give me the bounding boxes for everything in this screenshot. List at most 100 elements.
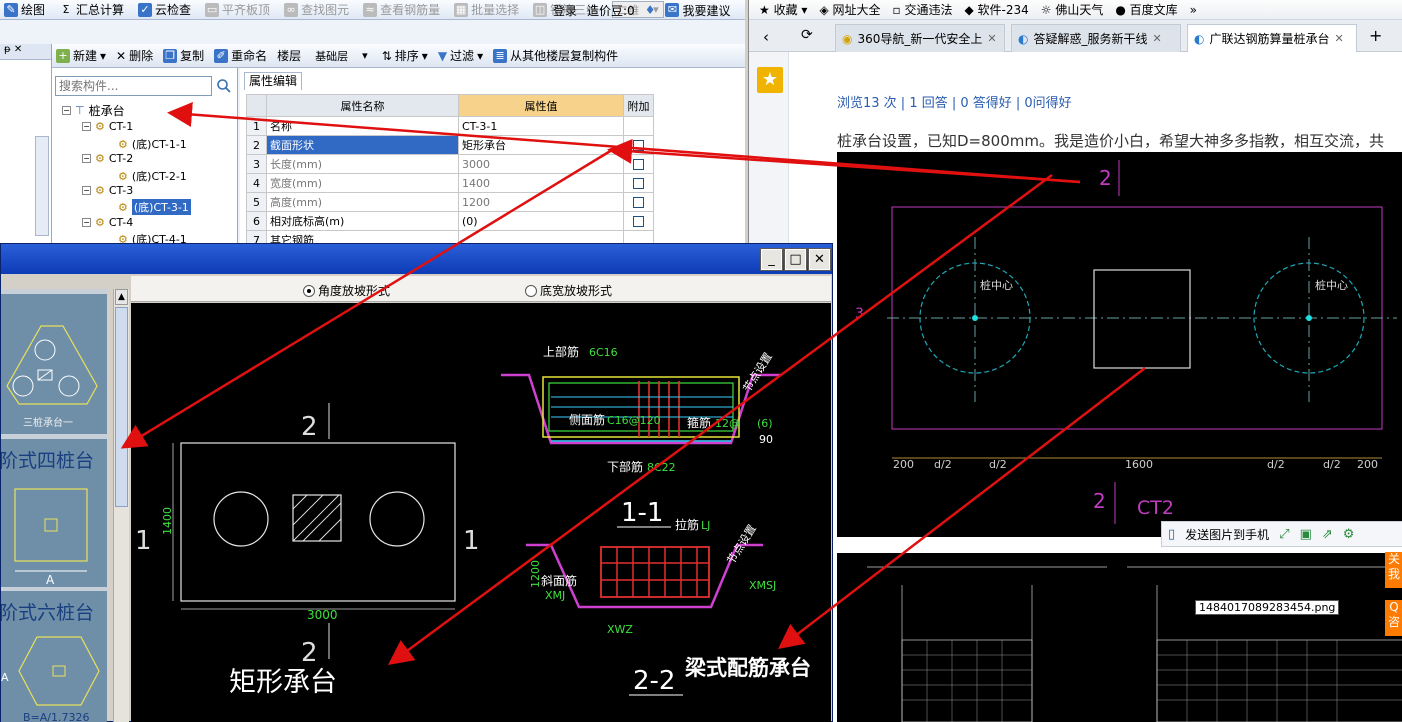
tree-item-ct2-1[interactable]: ⚙ (底)CT-2-1	[118, 168, 187, 184]
stirrup-spec: 12@	[715, 417, 740, 430]
maximize-icon[interactable]: □	[784, 248, 807, 271]
tree-item-ct1-1[interactable]: ⚙ (底)CT-1-1	[118, 136, 187, 152]
height-dim: 1200	[529, 560, 542, 588]
extra-checkbox[interactable]	[633, 197, 644, 208]
collapse-icon[interactable]: −	[82, 154, 91, 163]
side-badge[interactable]: Q咨	[1385, 600, 1402, 636]
settings-icon[interactable]: ⚙	[1343, 527, 1355, 542]
new-button[interactable]: + 新建 ▾	[56, 47, 106, 64]
table-row[interactable]: 3 长度(mm) 3000	[246, 154, 654, 174]
favorite-item[interactable]: ◆ 软件-234	[964, 1, 1028, 18]
refresh-icon[interactable]: ⟳	[801, 27, 813, 43]
summary-calc-button[interactable]: Σ 汇总计算	[59, 1, 125, 18]
close-icon[interactable]: ✕	[1153, 26, 1162, 52]
tree-item-ct2[interactable]: − ⚙ CT-2	[82, 152, 133, 165]
send-to-phone-button[interactable]: 发送图片到手机	[1185, 526, 1269, 543]
pin-icon[interactable]: ᵽ	[4, 44, 11, 55]
favorite-item[interactable]: ● 百度文库	[1115, 1, 1177, 18]
copy-from-floor-button[interactable]: ≣ 从其他楼层复制构件	[493, 47, 618, 64]
table-row[interactable]: 4 宽度(mm) 1400	[246, 173, 654, 193]
table-row[interactable]: 6 相对底标高(m) (0)	[246, 211, 654, 231]
side-bar-spec: C16@120	[607, 414, 661, 427]
tree-root[interactable]: − ⊤ 桩承台	[62, 102, 125, 119]
dialog-title-bar[interactable]: _ □ ✕	[1, 244, 832, 274]
favorite-item[interactable]: ☼ 佛山天气	[1041, 1, 1104, 18]
extra-checkbox[interactable]	[633, 140, 644, 151]
back-icon[interactable]: ‹	[763, 28, 769, 46]
width-dim: 1400	[161, 507, 174, 535]
tree-item-ct3-1-selected[interactable]: ⚙ (底)CT-3-1	[118, 199, 191, 215]
tab-property-edit[interactable]: 属性编辑	[244, 72, 303, 90]
copy-button[interactable]: ❐ 复制	[163, 47, 204, 64]
thumbnail-scrollbar[interactable]: ▲	[113, 289, 129, 722]
radio-width-slope[interactable]: 底宽放坡形式	[525, 282, 612, 299]
collapse-icon[interactable]: −	[82, 218, 91, 227]
close-icon[interactable]: ✕	[1335, 26, 1344, 52]
find-element-button[interactable]: ∞ 查找图元	[284, 1, 349, 18]
new-tab-icon[interactable]: +	[1369, 26, 1382, 45]
tree-item-ct1[interactable]: − ⚙ CT-1	[82, 120, 133, 133]
select-icon: ▦	[454, 2, 469, 17]
gear-icon: ⚙	[95, 152, 105, 165]
cad-drawing-image[interactable]: 桩中心 桩中心 2 3 200 d/2 d/2 1600 d/2 d/2 200…	[837, 152, 1402, 537]
tree-item-ct3[interactable]: − ⚙ CT-3	[82, 184, 133, 197]
section-mark-1: 1	[135, 526, 152, 556]
close-icon[interactable]: ✕	[987, 26, 996, 52]
radio-angle-slope[interactable]: 角度放坡形式	[303, 282, 390, 299]
sort-button[interactable]: ⇅ 排序 ▾	[382, 47, 428, 64]
side-badge[interactable]: 关我	[1385, 552, 1402, 588]
fullscreen-icon[interactable]: ⤢	[1279, 527, 1289, 542]
table-row[interactable]: 1 名称 CT-3-1	[246, 116, 654, 136]
rebar-icon: ≈	[363, 2, 378, 17]
dim-label: d/2	[1323, 458, 1341, 471]
search-input[interactable]	[55, 76, 212, 96]
tree-item-ct4[interactable]: − ⚙ CT-4	[82, 216, 133, 229]
section-mark: 2	[1093, 489, 1106, 513]
draw-button[interactable]: ✎ 绘图	[4, 1, 45, 18]
sigma-icon: Σ	[62, 2, 70, 16]
flat-slab-top-button[interactable]: ▭ 平齐板顶	[205, 1, 270, 18]
collapse-icon[interactable]: −	[82, 186, 91, 195]
extra-checkbox[interactable]	[633, 159, 644, 170]
tab-360-nav[interactable]: ◉ 360导航_新一代安全上 ✕	[835, 24, 1005, 52]
extra-checkbox[interactable]	[633, 216, 644, 227]
floor-select[interactable]: 基础层 ▾	[311, 47, 372, 64]
page-icon: ◐	[1194, 31, 1205, 46]
scrollbar-thumb[interactable]	[115, 307, 128, 507]
suggest-button[interactable]: ✉ 我要建议	[665, 2, 730, 19]
star-icon[interactable]: ★	[757, 67, 783, 93]
rename-button[interactable]: ✐ 重命名	[214, 47, 267, 64]
batch-select-button[interactable]: ▦ 批量选择	[454, 1, 519, 18]
table-row[interactable]: 2 截面形状 矩形承台	[246, 135, 654, 155]
minimize-icon[interactable]: _	[760, 248, 783, 271]
close-icon[interactable]: ✕	[808, 248, 831, 271]
tab-glodon-active[interactable]: ◐ 广联达钢筋算量桩承台 ✕	[1187, 24, 1357, 52]
login-link[interactable]: 登录	[553, 2, 577, 19]
search-icon[interactable]	[216, 78, 232, 94]
thumb-three-pile[interactable]: 三桩承台一	[1, 294, 107, 434]
favorite-item[interactable]: ◈ 网址大全	[819, 1, 880, 18]
table-row[interactable]: 5 高度(mm) 1200	[246, 192, 654, 212]
tab-qa[interactable]: ◐ 答疑解惑_服务新干线 ✕	[1011, 24, 1181, 52]
thumb-label: 三桩承台一	[23, 416, 73, 429]
more-icon[interactable]: »	[1190, 3, 1197, 17]
close-icon[interactable]: ✕	[14, 44, 22, 55]
share-icon[interactable]: ⇗	[1322, 527, 1333, 542]
delete-button[interactable]: ✕ 删除	[116, 47, 153, 64]
favorite-item[interactable]: ▫ 交通违法	[893, 1, 953, 18]
collapse-icon[interactable]: −	[62, 106, 71, 115]
left-nav-scrollbar[interactable]	[35, 136, 49, 236]
view-rebar-button[interactable]: ≈ 查看钢筋量	[363, 1, 440, 18]
cloud-check-button[interactable]: ✓ 云检查	[138, 1, 191, 18]
thumb-six-pile[interactable]: 阶式六桩台 A B=A/1.7326	[1, 591, 107, 722]
bell-icon[interactable]: ♦	[645, 3, 656, 17]
collapse-icon[interactable]: −	[82, 122, 91, 131]
thumb-four-pile[interactable]: 阶式四桩台 A	[1, 439, 107, 587]
extra-checkbox[interactable]	[633, 178, 644, 189]
save-icon[interactable]: ▣	[1300, 527, 1312, 542]
cad-detail-image[interactable]	[837, 545, 1402, 722]
favorite-item[interactable]: ★ 收藏 ▾	[759, 1, 807, 18]
filter-button[interactable]: ▼ 过滤 ▾	[438, 47, 483, 64]
chevron-up-icon[interactable]: ▲	[115, 289, 128, 305]
left-nav-strip: ᵽ ✕	[0, 44, 52, 245]
